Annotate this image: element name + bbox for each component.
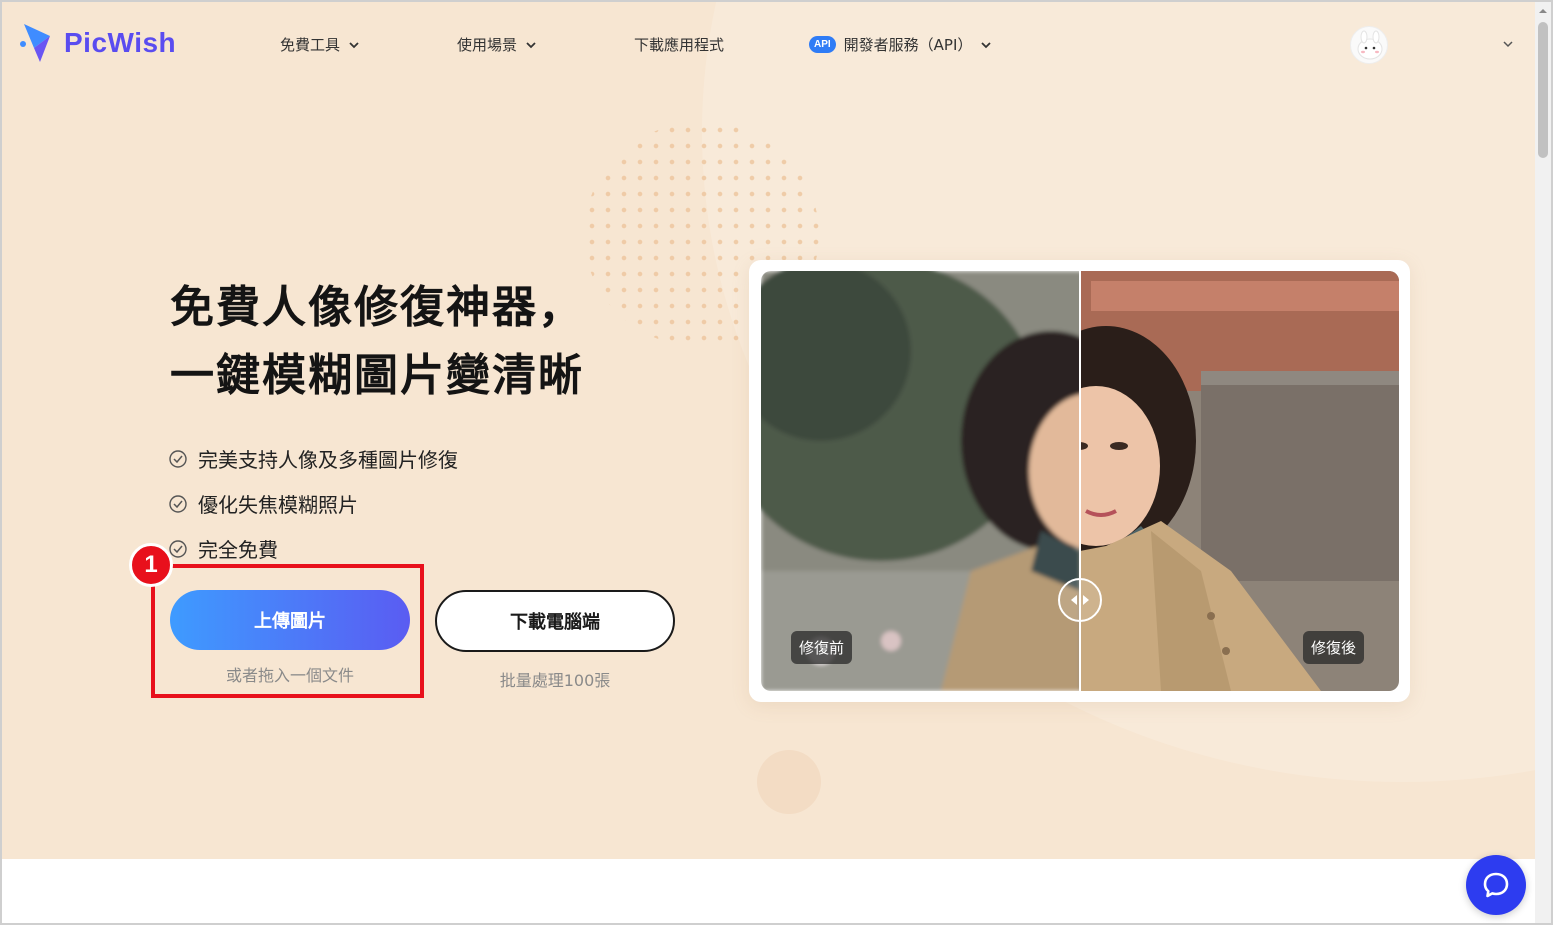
drag-drop-hint: 或者拖入一個文件 xyxy=(225,666,354,685)
background-circle xyxy=(757,750,821,814)
feature-text: 完美支持人像及多種圖片修復 xyxy=(198,448,458,472)
headline-line-2: 一鍵模糊圖片變清晰 xyxy=(170,350,584,401)
download-desktop-button[interactable]: 下載電腦端 xyxy=(435,590,675,652)
batch-process-hint: 批量處理100張 xyxy=(499,671,611,690)
chevron-down-icon xyxy=(981,41,992,48)
scrollbar-thumb[interactable] xyxy=(1538,22,1548,158)
feature-item: 優化失焦模糊照片 xyxy=(168,481,458,526)
nav-label: 下載應用程式 xyxy=(634,36,725,54)
after-label: 修復後 xyxy=(1303,631,1365,664)
hero-section: PicWish 免費工具 使用場景 下載應用程式 API 開發者服務（API） xyxy=(2,2,1535,859)
nav-download-apps[interactable]: 下載應用程式 xyxy=(634,34,724,55)
feature-item: 完美支持人像及多種圖片修復 xyxy=(168,436,458,481)
before-after-comparison[interactable]: 修復前 修復後 xyxy=(761,271,1399,691)
feature-list: 完美支持人像及多種圖片修復 優化失焦模糊照片 完全免費 xyxy=(168,436,458,571)
step-number-badge: 1 xyxy=(129,543,173,587)
upload-image-button[interactable]: 上傳圖片 xyxy=(170,590,410,650)
comparison-slider-handle[interactable] xyxy=(1058,578,1102,622)
logo[interactable]: PicWish xyxy=(20,20,176,66)
account-chevron-down-icon[interactable] xyxy=(1502,38,1514,50)
portrait-comparison-image xyxy=(761,271,1399,691)
left-right-arrows-icon xyxy=(1071,595,1089,605)
nav-developer-api[interactable]: API 開發者服務（API） xyxy=(809,34,992,55)
nav-label: 免費工具 xyxy=(280,36,341,54)
picwish-logo-icon xyxy=(20,24,50,62)
feature-text: 完全免費 xyxy=(198,538,278,562)
chevron-down-icon xyxy=(526,41,536,48)
api-cloud-icon: API xyxy=(809,36,836,53)
check-circle-icon xyxy=(169,449,187,468)
feature-text: 優化失焦模糊照片 xyxy=(198,493,358,517)
page-scrollbar[interactable] xyxy=(1535,2,1551,923)
avatar-bunny-icon xyxy=(1357,30,1383,60)
before-after-card: 修復前 修復後 xyxy=(749,260,1410,702)
before-label: 修復前 xyxy=(791,631,853,664)
check-circle-icon xyxy=(169,494,187,513)
nav-label: 使用場景 xyxy=(457,36,518,54)
nav-use-cases[interactable]: 使用場景 xyxy=(457,34,537,55)
user-avatar[interactable] xyxy=(1350,26,1388,64)
chat-bubble-icon xyxy=(1483,872,1509,898)
hero-headline: 免費人像修復神器， 一鍵模糊圖片變清晰 xyxy=(170,274,584,410)
chevron-down-icon xyxy=(349,41,359,48)
site-header: PicWish 免費工具 使用場景 下載應用程式 API 開發者服務（API） xyxy=(2,2,1535,86)
brand-name: PicWish xyxy=(64,27,177,58)
nav-free-tools[interactable]: 免費工具 xyxy=(280,34,360,55)
nav-label: 開發者服務（API） xyxy=(843,36,973,54)
scroll-up-arrow-icon[interactable] xyxy=(1535,6,1551,16)
headline-line-1: 免費人像修復神器， xyxy=(170,282,584,333)
live-chat-button[interactable] xyxy=(1466,855,1526,915)
